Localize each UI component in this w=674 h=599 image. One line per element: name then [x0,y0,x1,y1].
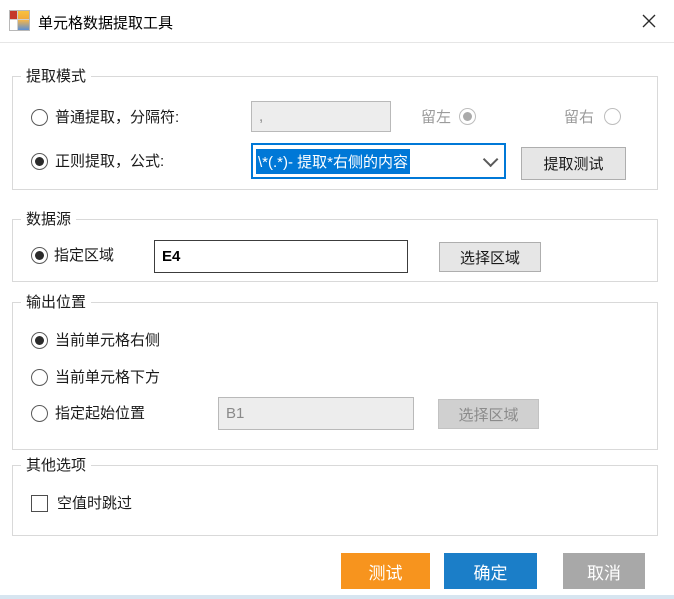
extract-test-button[interactable]: 提取测试 [521,147,626,180]
close-icon [642,14,656,28]
test-button[interactable]: 测试 [341,553,430,589]
group-other-options-legend: 其他选项 [21,456,92,476]
skip-empty-checkbox[interactable] [31,495,48,512]
radio-regex-extract[interactable] [31,153,48,170]
radio-specified-region[interactable] [31,247,48,264]
skip-empty-label: 空值时跳过 [57,495,133,512]
group-output-position-legend: 输出位置 [21,293,92,313]
radio-normal-extract-label: 普通提取，分隔符: [55,109,180,126]
radio-specified-region-label: 指定区域 [54,247,115,264]
title-bar: 单元格数据提取工具 [0,0,674,43]
radio-keep-right [604,108,621,125]
keep-right-label: 留右 [564,109,595,126]
radio-below-cell[interactable] [31,369,48,386]
keep-left-label: 留左 [421,109,452,126]
group-output-position: 输出位置 当前单元格右侧 当前单元格下方 指定起始位置 选择区域 [12,293,658,450]
chevron-down-icon [482,151,499,167]
group-extract-mode-legend: 提取模式 [21,67,92,87]
ok-button[interactable]: 确定 [444,553,537,589]
radio-right-of-cell[interactable] [31,332,48,349]
close-button[interactable] [632,6,666,36]
group-data-source: 数据源 指定区域 选择区域 [12,210,658,282]
radio-regex-extract-label: 正则提取，公式: [55,153,165,170]
formula-selected-text: \*(.*)- 提取*右侧的内容 [256,148,411,174]
radio-normal-extract[interactable] [31,109,48,126]
region-input[interactable] [154,240,408,273]
select-region-button-disabled: 选择区域 [438,399,539,429]
select-region-button[interactable]: 选择区域 [439,242,541,272]
group-data-source-legend: 数据源 [21,210,77,230]
dialog-cell-data-extract-tool: 单元格数据提取工具 提取模式 普通提取，分隔符: 留左 留右 正则提取，公式: … [0,0,674,599]
radio-start-position[interactable] [31,405,48,422]
app-icon [9,10,30,31]
group-other-options: 其他选项 空值时跳过 [12,456,658,536]
separator-input [251,101,391,132]
cancel-button[interactable]: 取消 [563,553,645,589]
start-position-input [218,397,414,430]
radio-right-of-cell-label: 当前单元格右侧 [55,332,161,349]
window-title: 单元格数据提取工具 [38,15,174,32]
radio-start-position-label: 指定起始位置 [55,405,146,422]
radio-below-cell-label: 当前单元格下方 [55,369,161,386]
formula-combobox[interactable]: \*(.*)- 提取*右侧的内容 [251,143,506,179]
radio-keep-left [459,108,476,125]
group-extract-mode: 提取模式 普通提取，分隔符: 留左 留右 正则提取，公式: \*(.*)- 提取… [12,67,658,190]
window-bottom-edge [0,595,674,599]
